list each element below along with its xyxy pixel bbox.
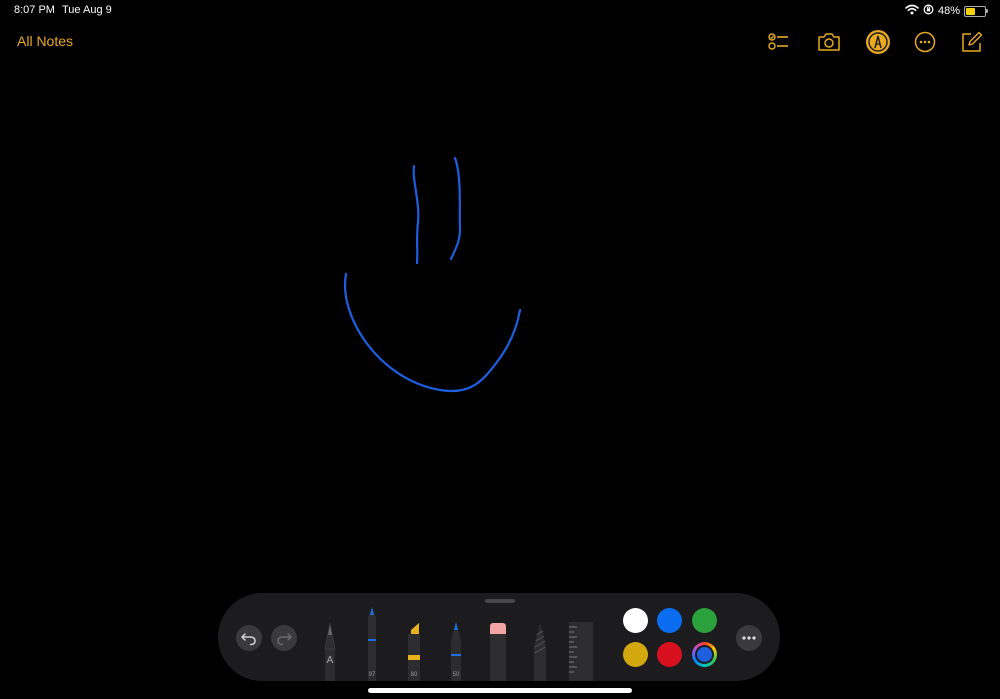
- drawing-stroke-right: [449, 156, 462, 261]
- more-icon[interactable]: [912, 29, 938, 55]
- status-time: 8:07 PM: [14, 4, 55, 16]
- highlighter-size-label: 80: [410, 672, 418, 678]
- battery-icon: [964, 5, 988, 17]
- orientation-lock-icon: [923, 4, 934, 18]
- lasso-tool[interactable]: [528, 621, 552, 681]
- compose-icon[interactable]: [959, 29, 985, 55]
- highlighter-tool[interactable]: 80: [402, 620, 426, 681]
- redo-icon[interactable]: [271, 625, 297, 651]
- checklist-icon[interactable]: [765, 29, 791, 55]
- status-bar: 8:07 PM Tue Aug 9 48%: [0, 0, 1000, 22]
- pen-size-label: 97: [368, 672, 376, 678]
- wifi-icon: [905, 4, 919, 18]
- status-indicators: 48%: [905, 3, 988, 19]
- palette-grabber[interactable]: [485, 599, 515, 603]
- drawing-canvas[interactable]: [0, 62, 1000, 592]
- color-red-swatch[interactable]: [657, 642, 682, 667]
- color-green-swatch[interactable]: [692, 608, 717, 633]
- all-notes-back-button[interactable]: All Notes: [17, 33, 73, 49]
- pencil-size-label: 50: [452, 672, 460, 678]
- more-options-icon[interactable]: [736, 625, 762, 651]
- eraser-tool[interactable]: [486, 622, 510, 681]
- camera-icon[interactable]: [816, 29, 842, 55]
- undo-icon[interactable]: [236, 625, 262, 651]
- status-date: Tue Aug 9: [62, 4, 112, 16]
- color-white-swatch[interactable]: [623, 608, 648, 633]
- ruler-tool[interactable]: [568, 622, 594, 681]
- color-picker-selected-swatch[interactable]: [692, 642, 717, 667]
- markup-pen-icon[interactable]: [865, 29, 891, 55]
- pencil-tool[interactable]: 50: [444, 620, 468, 681]
- drawing-stroke-left: [412, 164, 420, 265]
- drawing-stroke-bowl: [343, 272, 522, 393]
- battery-level: [966, 7, 975, 15]
- color-blue-swatch[interactable]: [657, 608, 682, 633]
- color-yellow-swatch[interactable]: [623, 642, 648, 667]
- monoline-pen-label: A: [326, 655, 334, 666]
- tool-palette: A 97 80 50: [218, 593, 780, 681]
- top-nav: All Notes: [0, 22, 1000, 62]
- home-indicator[interactable]: [368, 688, 632, 693]
- battery-percent: 48%: [937, 5, 960, 17]
- pen-tool[interactable]: 97: [360, 605, 384, 681]
- monoline-pen-tool[interactable]: A: [318, 621, 342, 681]
